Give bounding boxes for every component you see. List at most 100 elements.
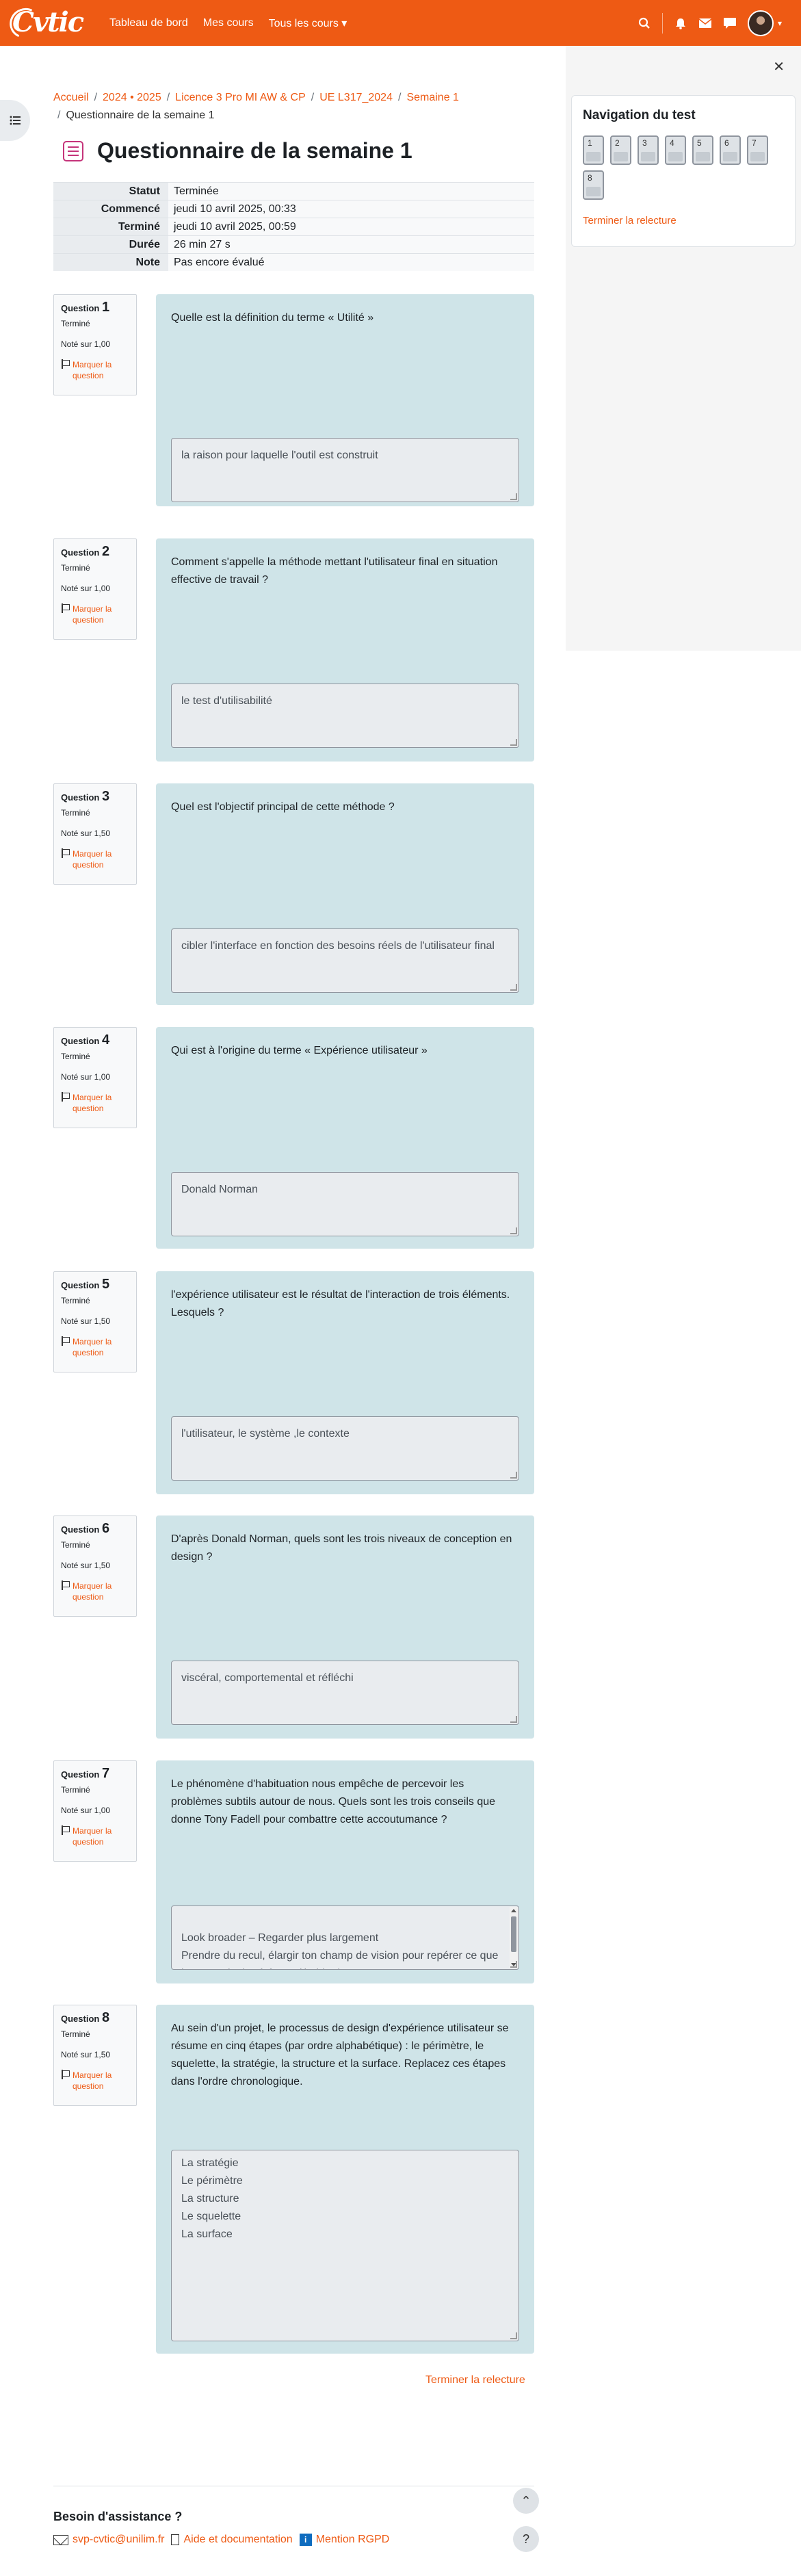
quiz-nav-button[interactable]: 4: [665, 135, 686, 165]
support-email-link[interactable]: svp-cvtic@unilim.fr: [73, 2534, 164, 2546]
question-content: Le phénomène d'habituation nous empêche …: [156, 1760, 534, 1983]
question-number: Question 8: [61, 2010, 110, 2025]
bell-icon[interactable]: [668, 11, 693, 36]
rgpd-link[interactable]: Mention RGPD: [316, 2534, 390, 2546]
finish-review-link[interactable]: Terminer la relecture: [425, 2374, 525, 2386]
summary-value: 26 min 27 s: [168, 235, 534, 254]
flag-question-link[interactable]: Marquer la question: [61, 1336, 129, 1358]
scroll-up-arrow-icon[interactable]: [511, 1909, 516, 1912]
question-number: Question 6: [61, 1521, 110, 1536]
question-number: Question 1: [61, 300, 110, 315]
textarea-scrollbar[interactable]: [510, 1907, 518, 1968]
question-content: Quelle est la définition du terme « Util…: [156, 294, 534, 506]
question-text: l'expérience utilisateur est le résultat…: [171, 1289, 510, 1318]
answer-textarea[interactable]: le test d'utilisabilité: [171, 684, 519, 748]
flag-question-link[interactable]: Marquer la question: [61, 1580, 129, 1602]
page-header: Questionnaire de la semaine 1: [63, 138, 412, 164]
navbar-divider: [661, 12, 663, 34]
flag-icon: [61, 1825, 70, 1835]
answer-textarea[interactable]: l'utilisateur, le système ,le contexte: [171, 1416, 519, 1481]
breadcrumb-year[interactable]: 2024 • 2025: [103, 92, 161, 103]
answer-textarea[interactable]: La stratégie Le périmètre La structure L…: [171, 2150, 519, 2341]
flag-icon: [61, 2070, 70, 2079]
scroll-to-top-button[interactable]: ⌃: [513, 2488, 539, 2514]
footer-links: svp-cvtic@unilim.fr Aide et documentatio…: [53, 2534, 389, 2546]
summary-label: Terminé: [53, 218, 168, 236]
table-row: Commencé jeudi 10 avril 2025, 00:33: [53, 200, 534, 218]
flag-question-link[interactable]: Marquer la question: [61, 848, 129, 870]
table-row: Statut Terminée: [53, 182, 534, 200]
flag-question-link[interactable]: Marquer la question: [61, 1825, 129, 1847]
block-drawer: ✕ Navigation du test 1 2 3 4 5 6 7 8 Ter…: [566, 46, 801, 651]
table-row: Note Pas encore évalué: [53, 253, 534, 271]
question-info: Question 3 Terminé Noté sur 1,50 Marquer…: [53, 783, 137, 885]
question-state: Terminé: [61, 808, 90, 818]
breadcrumb-current: Questionnaire de la semaine 1: [66, 109, 215, 121]
message-icon[interactable]: [718, 11, 742, 36]
answer-text: Look broader – Regarder plus largement P…: [181, 1932, 499, 1969]
finish-review-link[interactable]: Terminer la relecture: [583, 215, 784, 226]
answer-textarea[interactable]: Donald Norman: [171, 1172, 519, 1236]
breadcrumb-course[interactable]: UE L317_2024: [319, 92, 393, 103]
course-index-toggle[interactable]: [0, 100, 30, 141]
navbar-right: ▾: [632, 0, 782, 46]
quiz-nav-button[interactable]: 7: [747, 135, 768, 165]
envelope-icon: [53, 2534, 68, 2545]
help-documentation-link[interactable]: Aide et documentation: [183, 2534, 292, 2546]
question-grade: Noté sur 1,50: [61, 829, 111, 838]
answer-textarea[interactable]: viscéral, comportemental et réfléchi: [171, 1661, 519, 1725]
summary-value: Pas encore évalué: [168, 253, 534, 271]
help-button[interactable]: ?: [513, 2526, 539, 2552]
close-icon[interactable]: ✕: [773, 58, 785, 75]
page-title: Questionnaire de la semaine 1: [97, 138, 412, 163]
scroll-down-arrow-icon[interactable]: [511, 1963, 516, 1966]
quiz-nav-button[interactable]: 5: [692, 135, 713, 165]
question-info: Question 7 Terminé Noté sur 1,00 Marquer…: [53, 1760, 137, 1862]
avatar[interactable]: [747, 10, 774, 36]
quiz-navigation-buttons: 1 2 3 4 5 6 7 8: [583, 135, 781, 200]
nav-my-courses[interactable]: Mes cours: [203, 17, 254, 29]
question-info: Question 5 Terminé Noté sur 1,50 Marquer…: [53, 1271, 137, 1372]
quiz-nav-button[interactable]: 6: [720, 135, 741, 165]
quiz-nav-button[interactable]: 8: [583, 170, 604, 200]
flag-icon: [61, 603, 70, 613]
quiz-nav-button[interactable]: 1: [583, 135, 604, 165]
breadcrumb-section[interactable]: Semaine 1: [406, 92, 459, 103]
mail-icon[interactable]: [693, 11, 718, 36]
top-navbar: Cvtic Tableau de bord Mes cours Tous les…: [0, 0, 801, 46]
flag-question-link[interactable]: Marquer la question: [61, 1092, 129, 1114]
answer-textarea[interactable]: cibler l'interface en fonction des besoi…: [171, 928, 519, 993]
breadcrumb-home[interactable]: Accueil: [53, 92, 89, 103]
question-state: Terminé: [61, 1052, 90, 1061]
answer-textarea[interactable]: la raison pour laquelle l'outil est cons…: [171, 438, 519, 502]
question-state: Terminé: [61, 2029, 90, 2039]
question-content: Quel est l'objectif principal de cette m…: [156, 783, 534, 1005]
search-icon[interactable]: [632, 11, 657, 36]
info-icon: i: [299, 2534, 312, 2546]
flag-question-link[interactable]: Marquer la question: [61, 2070, 129, 2092]
question-content: Qui est à l'origine du terme « Expérienc…: [156, 1027, 534, 1249]
breadcrumb-program[interactable]: Licence 3 Pro MI AW & CP: [175, 92, 306, 103]
question-grade: Noté sur 1,00: [61, 339, 111, 349]
summary-label: Durée: [53, 235, 168, 254]
flag-question-link[interactable]: Marquer la question: [61, 603, 129, 625]
summary-label: Note: [53, 253, 168, 271]
quiz-nav-button[interactable]: 3: [638, 135, 659, 165]
nav-all-courses[interactable]: Tous les cours ▾: [269, 16, 347, 30]
quiz-navigation-title: Navigation du test: [583, 108, 696, 122]
answer-textarea[interactable]: Look broader – Regarder plus largement P…: [171, 1905, 519, 1970]
question-text: Au sein d'un projet, le processus de des…: [171, 2022, 509, 2087]
question-grade: Noté sur 1,50: [61, 1561, 111, 1570]
cvtic-logo[interactable]: Cvtic: [5, 3, 84, 43]
quiz-nav-button[interactable]: 2: [610, 135, 631, 165]
nav-dashboard[interactable]: Tableau de bord: [109, 17, 188, 29]
question-info: Question 1 Terminé Noté sur 1,00 Marquer…: [53, 294, 137, 395]
question-info: Question 4 Terminé Noté sur 1,00 Marquer…: [53, 1027, 137, 1128]
question-text: Quel est l'objectif principal de cette m…: [171, 801, 395, 813]
flag-question-link[interactable]: Marquer la question: [61, 359, 129, 381]
chevron-down-icon[interactable]: ▾: [778, 18, 782, 28]
quiz-navigation-block: Navigation du test 1 2 3 4 5 6 7 8 Termi…: [571, 95, 796, 247]
scroll-thumb[interactable]: [511, 1916, 516, 1952]
question-info: Question 6 Terminé Noté sur 1,50 Marquer…: [53, 1515, 137, 1617]
attempt-summary-table: Statut Terminée Commencé jeudi 10 avril 20…: [53, 182, 534, 271]
